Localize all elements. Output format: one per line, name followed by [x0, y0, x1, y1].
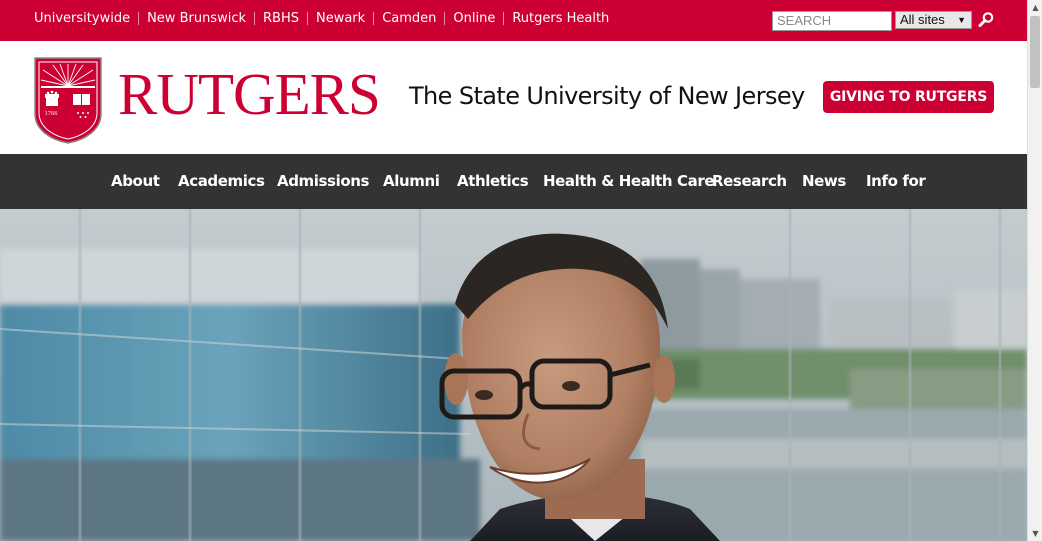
link-separator	[444, 12, 446, 25]
hero-photo	[0, 209, 1027, 541]
nav-item-research[interactable]: Research	[712, 172, 787, 190]
link-rutgers-health[interactable]: Rutgers Health	[512, 11, 609, 26]
link-separator	[306, 12, 308, 25]
campus-links: Universitywide New Brunswick RBHS Newark…	[34, 11, 609, 26]
giving-to-rutgers-button[interactable]: GIVING TO RUTGERS	[823, 81, 994, 113]
search-button[interactable]	[977, 11, 995, 29]
site-header: 1766 RUTGERS The State University of New…	[0, 41, 1027, 154]
nav-item-admissions[interactable]: Admissions	[277, 172, 369, 190]
link-online[interactable]: Online	[453, 11, 495, 26]
rutgers-wordmark[interactable]: RUTGERS	[118, 60, 381, 128]
link-newark[interactable]: Newark	[316, 11, 365, 26]
university-tagline: The State University of New Jersey	[409, 82, 805, 110]
link-separator	[373, 12, 375, 25]
nav-item-academics[interactable]: Academics	[178, 172, 265, 190]
nav-item-about[interactable]: About	[111, 172, 160, 190]
nav-item-news[interactable]: News	[802, 172, 846, 190]
link-universitywide[interactable]: Universitywide	[34, 11, 130, 26]
nav-item-health[interactable]: Health & Health Care	[543, 172, 715, 190]
utility-bar: Universitywide New Brunswick RBHS Newark…	[0, 0, 1027, 41]
search-input[interactable]: SEARCH	[772, 11, 892, 31]
link-rbhs[interactable]: RBHS	[263, 11, 299, 26]
page-scrollbar[interactable]: ▲ ▼	[1027, 0, 1042, 541]
magnifier-icon	[978, 12, 994, 27]
hero-image[interactable]	[0, 209, 1027, 541]
link-separator	[503, 12, 505, 25]
site-scope-value: All sites	[900, 12, 945, 27]
dropdown-arrow-icon: ▼	[957, 15, 966, 25]
link-separator	[254, 12, 255, 25]
scroll-down-arrow-icon[interactable]: ▼	[1028, 526, 1042, 541]
scrollbar-thumb[interactable]	[1030, 16, 1040, 88]
main-nav: About Academics Admissions Alumni Athlet…	[0, 154, 1027, 209]
rutgers-shield-logo[interactable]: 1766	[33, 56, 103, 144]
link-new-brunswick[interactable]: New Brunswick	[147, 11, 246, 26]
nav-item-alumni[interactable]: Alumni	[383, 172, 440, 190]
site-scope-select[interactable]: All sites ▼	[895, 11, 972, 29]
nav-item-info-for[interactable]: Info for	[866, 172, 926, 190]
link-separator	[138, 12, 140, 25]
scroll-up-arrow-icon[interactable]: ▲	[1028, 0, 1042, 15]
nav-item-athletics[interactable]: Athletics	[457, 172, 529, 190]
seal-year: 1766	[45, 110, 59, 117]
link-camden[interactable]: Camden	[382, 11, 436, 26]
